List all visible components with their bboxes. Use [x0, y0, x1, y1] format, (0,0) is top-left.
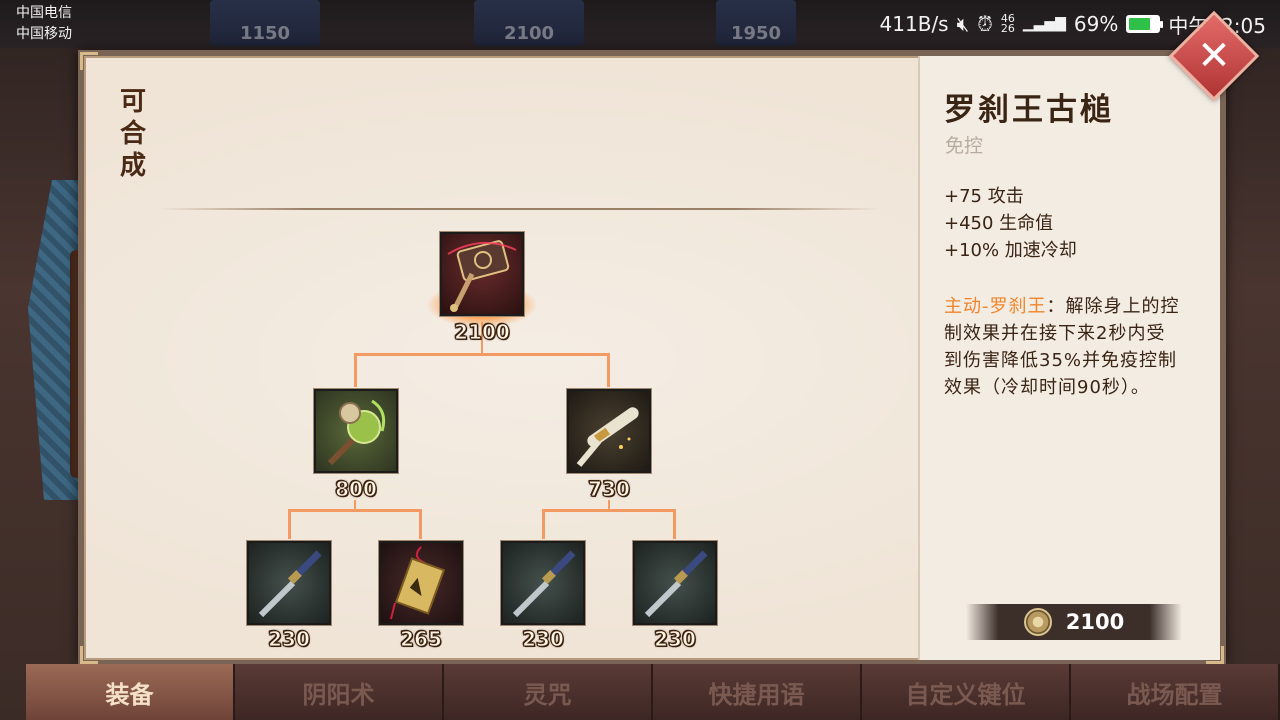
bottom-tab-bar: 装备 阴阳术 灵咒 快捷用语 自定义键位 战场配置 — [26, 664, 1280, 720]
divider — [160, 208, 880, 210]
scroll-blade-icon[interactable] — [567, 389, 651, 473]
item-description: 主动-罗刹王：解除身上的控制效果并在接下来2秒内受到伤害降低35%并免疫控制效果… — [944, 293, 1184, 401]
item-price: 230 — [268, 627, 311, 652]
sword-icon[interactable] — [247, 541, 331, 625]
corner-ornament — [80, 52, 98, 70]
tab-onmyoji-spells[interactable]: 阴阳术 — [235, 664, 444, 720]
signal-bars-icon: ▁▃▅▇ — [1022, 16, 1066, 32]
item-price-box: 2100 — [966, 604, 1182, 640]
close-icon[interactable]: ✕ — [1182, 24, 1246, 88]
corner-ornament — [80, 646, 98, 664]
tree-connector — [419, 509, 422, 539]
tab-battlefield-config[interactable]: 战场配置 — [1071, 664, 1280, 720]
carrier-2: 中国移动 — [16, 26, 72, 42]
craftable-label: 可合成 — [119, 87, 146, 181]
total-price: 2100 — [1065, 610, 1125, 634]
active-skill-label: 主动-罗刹王 — [944, 296, 1047, 317]
alarm-icon: ⏰︎ — [977, 12, 993, 36]
item-price: 2100 — [454, 320, 511, 345]
active-skill-separator: ： — [1046, 296, 1066, 317]
coin-icon — [1023, 608, 1052, 636]
tree-connector — [354, 353, 357, 387]
battery-text: 69% — [1073, 12, 1119, 36]
tree-connector — [542, 509, 545, 539]
tab-spirit-curse[interactable]: 灵咒 — [444, 664, 653, 720]
status-bar: 中国电信 中国移动 411B/s 🔇︎ ⏰︎ 4626 ▁▃▅▇ 69% 中午1… — [0, 0, 1280, 48]
item-tag: 免控 — [945, 135, 984, 157]
item-price: 265 — [400, 627, 443, 652]
tree-connector — [607, 353, 610, 387]
stat-line: +450 生命值 — [944, 213, 1054, 234]
sword-icon[interactable] — [633, 541, 717, 625]
item-price: 230 — [522, 627, 565, 652]
tab-quick-chat[interactable]: 快捷用语 — [653, 664, 862, 720]
battery-icon — [1126, 15, 1164, 33]
tree-connector — [542, 509, 676, 512]
mute-icon: 🔇︎ — [956, 12, 970, 36]
hammer-icon[interactable] — [440, 232, 524, 316]
net-speed: 411B/s — [879, 12, 949, 36]
tree-connector — [288, 509, 291, 539]
item-price: 800 — [335, 477, 378, 502]
signal-icon: 46 26 — [1000, 12, 1015, 35]
item-price: 230 — [654, 627, 697, 652]
item-stats: +75 攻击 +450 生命值 +10% 加速冷却 — [944, 183, 1077, 264]
tree-connector — [288, 509, 422, 512]
tree-connector — [354, 353, 610, 356]
tab-equipment[interactable]: 装备 — [26, 664, 235, 720]
item-name: 罗刹王古槌 — [944, 92, 1114, 128]
talisman-icon[interactable] — [379, 541, 463, 625]
mace-icon[interactable] — [314, 389, 398, 473]
item-price: 730 — [588, 477, 631, 502]
carrier-1: 中国电信 — [16, 5, 72, 21]
sword-icon[interactable] — [501, 541, 585, 625]
tab-custom-keys[interactable]: 自定义键位 — [862, 664, 1071, 720]
stat-line: +10% 加速冷却 — [944, 240, 1077, 261]
stat-line: +75 攻击 — [944, 186, 1024, 207]
tree-connector — [673, 509, 676, 539]
